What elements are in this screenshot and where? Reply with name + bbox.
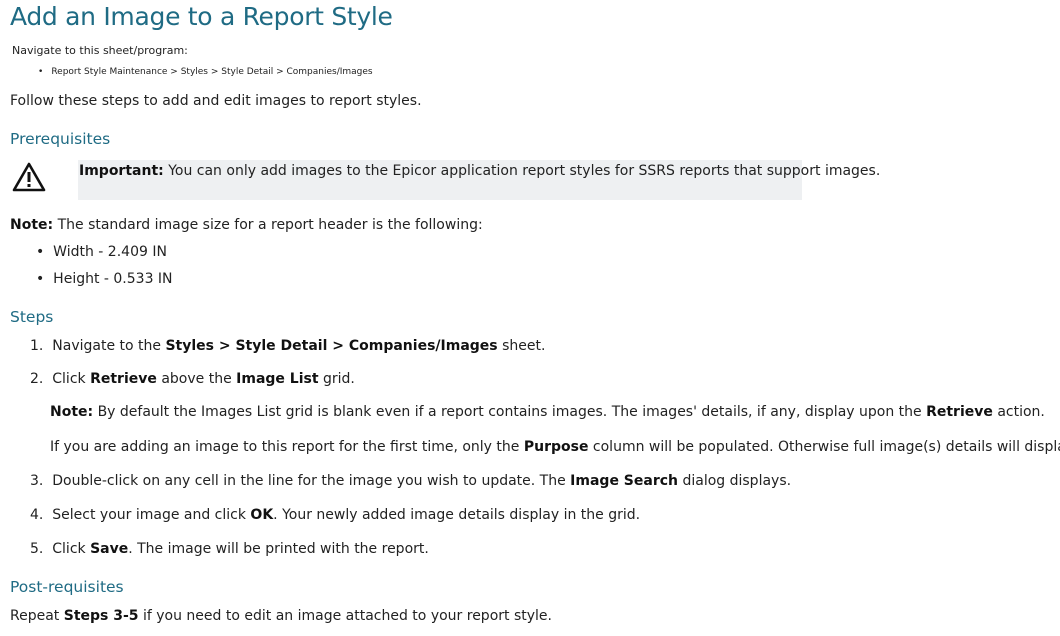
note-label: Note: (10, 217, 54, 233)
page-title: Add an Image to a Report Style (10, 2, 393, 31)
navigate-label: Navigate to this sheet/program: (12, 44, 188, 57)
bullet-icon: • (36, 271, 45, 287)
important-text: Important: You can only add images to th… (79, 163, 881, 179)
list-item: • Height - 0.533 IN (36, 271, 173, 287)
step-1: 1. Navigate to the Styles > Style Detail… (30, 338, 546, 354)
list-item: • Width - 2.409 IN (36, 244, 167, 260)
steps-heading: Steps (10, 308, 54, 326)
step-4: 4. Select your image and click OK. Your … (30, 507, 641, 523)
note-size: Note: The standard image size for a repo… (10, 217, 483, 233)
step-2-note: Note: By default the Images List grid is… (50, 404, 1045, 420)
warning-icon (12, 162, 46, 192)
important-label: Important: (79, 163, 164, 179)
bullet-icon: • (38, 67, 44, 77)
navigation-path: • Report Style Maintenance > Styles > Sty… (38, 67, 373, 77)
post-requisites-text: Repeat Steps 3-5 if you need to edit an … (10, 608, 552, 624)
step-2: 2. Click Retrieve above the Image List g… (30, 371, 355, 387)
nav-path-text: Report Style Maintenance > Styles > Styl… (51, 67, 373, 77)
step-3: 3. Double-click on any cell in the line … (30, 473, 792, 489)
bullet-icon: • (36, 244, 45, 260)
intro-text: Follow these steps to add and edit image… (10, 93, 422, 109)
post-requisites-heading: Post-requisites (10, 578, 124, 596)
prerequisites-heading: Prerequisites (10, 130, 111, 148)
step-2-info: If you are adding an image to this repor… (50, 439, 1060, 455)
step-5: 5. Click Save. The image will be printed… (30, 541, 429, 557)
